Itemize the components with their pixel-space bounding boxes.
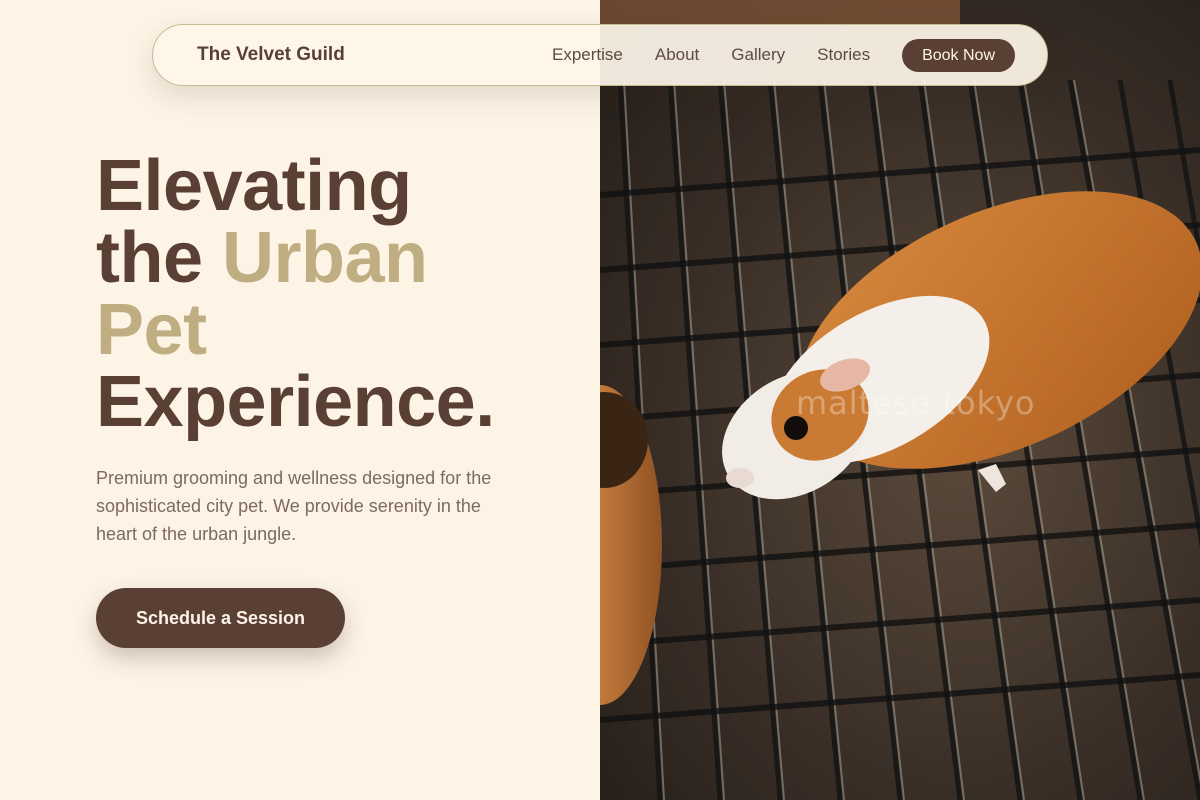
hero-title: Elevating the Urban Pet Experience. bbox=[96, 150, 576, 438]
nav-links: Expertise About Gallery Stories Book Now bbox=[552, 38, 1015, 72]
schedule-session-button[interactable]: Schedule a Session bbox=[96, 588, 345, 648]
nav-link-about[interactable]: About bbox=[655, 45, 699, 65]
hero-title-urban: Urban bbox=[222, 218, 428, 298]
watermark-text: maltese.tokyo bbox=[796, 384, 1036, 422]
hero-title-the: the bbox=[96, 218, 203, 298]
hero-title-line1: Elevating bbox=[96, 146, 412, 226]
hero-subtitle: Premium grooming and wellness designed f… bbox=[96, 468, 492, 544]
book-now-button[interactable]: Book Now bbox=[902, 38, 1015, 72]
hero-title-line4: Experience. bbox=[96, 362, 495, 442]
landing-page: maltese.tokyo The Velvet Guild Expertise… bbox=[0, 0, 1200, 800]
nav-link-expertise[interactable]: Expertise bbox=[552, 45, 623, 65]
nav-link-stories[interactable]: Stories bbox=[817, 45, 870, 65]
navbar: The Velvet Guild Expertise About Gallery… bbox=[152, 24, 1048, 86]
hero-title-pet: Pet bbox=[96, 290, 207, 370]
nav-link-gallery[interactable]: Gallery bbox=[731, 45, 785, 65]
hero-photo: maltese.tokyo bbox=[600, 0, 1200, 800]
brand-logo[interactable]: The Velvet Guild bbox=[197, 44, 345, 66]
